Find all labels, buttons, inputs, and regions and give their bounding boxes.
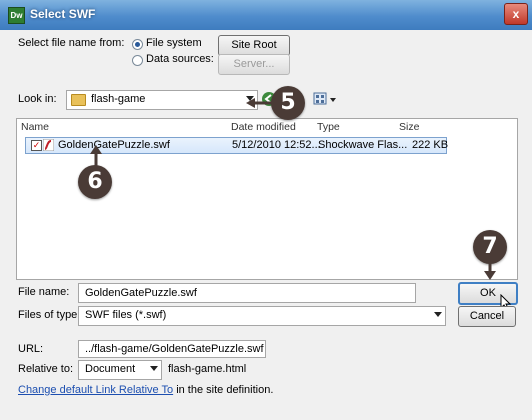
file-date: 5/12/2010 12:52... [232, 139, 321, 151]
file-type-dropdown[interactable]: SWF files (*.swf) [78, 306, 446, 326]
url-label: URL: [18, 343, 44, 355]
footer-text: Change default Link Relative To in the s… [18, 384, 273, 396]
file-size: 222 KB [412, 139, 449, 151]
relative-to-value: Document [85, 363, 136, 375]
file-name-label: File name: [18, 286, 70, 298]
view-menu-icon[interactable] [312, 90, 338, 108]
file-type-label: Files of type: [18, 309, 81, 321]
footer-suffix: in the site definition. [176, 384, 274, 396]
column-date-modified[interactable]: Date modified [231, 121, 296, 133]
look-in-dropdown[interactable]: flash-game [66, 90, 258, 110]
callout-7: 7 [473, 230, 507, 264]
data-sources-label: Data sources: [146, 53, 214, 65]
folder-icon [71, 94, 86, 106]
file-system-radio[interactable] [132, 39, 143, 50]
checkbox-icon[interactable]: ✓ [31, 140, 42, 151]
file-type: Shockwave Flas... [318, 139, 408, 151]
file-list[interactable]: Name Date modified Type Size ✓ GoldenGat… [16, 118, 518, 280]
dialog-body: Select file name from: File system Data … [12, 30, 520, 420]
chevron-down-icon [434, 312, 442, 317]
site-root-button[interactable]: Site Root [218, 35, 290, 56]
relative-file: flash-game.html [168, 363, 247, 375]
data-sources-radio[interactable] [132, 55, 143, 66]
chevron-down-icon [150, 366, 158, 371]
column-type[interactable]: Type [317, 121, 340, 133]
dreamweaver-app-icon: Dw [8, 7, 25, 24]
close-button[interactable]: x [504, 3, 528, 25]
look-in-value: flash-game [91, 93, 146, 105]
callout-arrow-icon [484, 260, 496, 280]
column-name[interactable]: Name [21, 121, 49, 133]
file-name-input[interactable]: GoldenGatePuzzle.swf [78, 283, 416, 303]
callout-5: 5 [271, 86, 305, 120]
file-name: GoldenGatePuzzle.swf [58, 139, 170, 151]
title-bar: Dw Select SWF x [0, 0, 532, 30]
server-button[interactable]: Server... [218, 54, 290, 75]
look-in-label: Look in: [18, 93, 57, 105]
url-input[interactable]: ../flash-game/GoldenGatePuzzle.swf [78, 340, 266, 358]
file-system-label: File system [146, 37, 202, 49]
source-label: Select file name from: [18, 37, 125, 49]
relative-to-dropdown[interactable]: Document [78, 360, 162, 380]
window-title: Select SWF [30, 7, 96, 21]
callout-arrow-icon [246, 98, 272, 108]
change-default-link[interactable]: Change default Link Relative To [18, 384, 173, 396]
cancel-button[interactable]: Cancel [458, 306, 516, 327]
relative-to-label: Relative to: [18, 363, 74, 375]
column-size[interactable]: Size [399, 121, 419, 133]
callout-6: 6 [78, 165, 112, 199]
callout-arrow-icon [90, 145, 102, 167]
file-type-value: SWF files (*.swf) [85, 309, 167, 321]
swf-file-icon [43, 139, 54, 151]
